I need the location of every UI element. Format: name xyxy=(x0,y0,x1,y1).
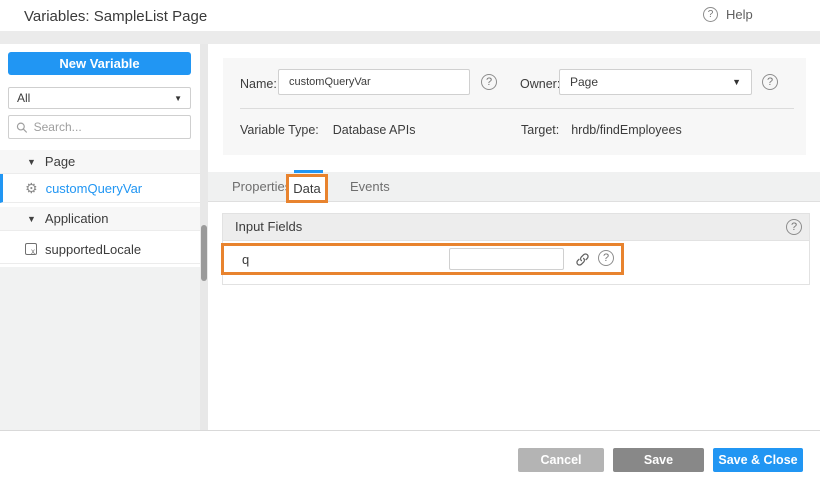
scrollbar-thumb[interactable] xyxy=(201,225,207,281)
tab-events[interactable]: Events xyxy=(350,172,390,202)
save-and-close-button[interactable]: Save & Close xyxy=(713,448,803,472)
active-tab-indicator xyxy=(294,170,323,173)
input-field-help-icon[interactable]: ? xyxy=(598,250,614,266)
save-button[interactable]: Save xyxy=(613,448,704,472)
variable-type-label: Variable Type: xyxy=(240,123,319,137)
variable-filter-dropdown[interactable]: All ▼ xyxy=(8,87,191,109)
annotation-box-data-tab: Data xyxy=(286,174,328,203)
input-fields-help-icon[interactable]: ? xyxy=(786,219,802,235)
sidebar-scrollbar[interactable] xyxy=(200,44,208,430)
tree-group-page[interactable]: ▼ Page xyxy=(0,150,200,174)
tree-item-supportedlocale[interactable]: x supportedLocale xyxy=(0,235,200,264)
collapse-caret-icon[interactable]: ▼ xyxy=(27,214,36,224)
variable-filter-value: All xyxy=(17,91,30,105)
help-link[interactable]: ? Help xyxy=(703,7,753,22)
service-variable-icon: ⚙ xyxy=(25,181,38,195)
search-icon xyxy=(16,121,28,134)
page-title: Variables: SampleList Page xyxy=(24,8,207,25)
tree-item-customqueryvar[interactable]: ⚙ customQueryVar xyxy=(0,174,200,203)
name-help-icon[interactable]: ? xyxy=(481,74,497,90)
chevron-down-icon: ▼ xyxy=(174,94,182,103)
variable-type-value: Database APIs xyxy=(333,123,416,137)
tab-properties[interactable]: Properties xyxy=(232,172,291,202)
tree-group-label: Page xyxy=(45,154,75,169)
tab-data[interactable]: Data xyxy=(293,181,320,196)
target-label: Target: xyxy=(521,123,559,137)
owner-help-icon[interactable]: ? xyxy=(762,74,778,90)
sidebar-filler xyxy=(0,267,200,430)
variable-detail-panel: Name:* ? Owner:* Page ▼ ? Variable Type:… xyxy=(208,44,820,430)
collapse-caret-icon[interactable]: ▼ xyxy=(27,157,36,167)
help-label: Help xyxy=(726,7,753,22)
owner-dropdown[interactable]: Page ▼ xyxy=(559,69,752,95)
variable-search-box xyxy=(8,115,191,139)
tree-group-application[interactable]: ▼ Application xyxy=(0,207,200,231)
cancel-button[interactable]: Cancel xyxy=(518,448,604,472)
input-fields-section: Input Fields ? q ? xyxy=(222,213,810,285)
bind-link-icon[interactable] xyxy=(574,251,590,267)
static-variable-icon: x xyxy=(25,243,37,255)
chevron-down-icon: ▼ xyxy=(732,77,741,87)
target-value: hrdb/findEmployees xyxy=(571,123,681,137)
page-header: Variables: SampleList Page ? Help xyxy=(0,0,820,31)
owner-value: Page xyxy=(570,75,598,89)
help-icon: ? xyxy=(703,7,718,22)
footer-bar: Cancel Save Save & Close xyxy=(0,430,820,489)
tree-group-label: Application xyxy=(45,211,109,226)
tree-item-label: customQueryVar xyxy=(46,181,143,196)
annotation-box-input-row: q ? xyxy=(221,243,624,275)
variable-summary-panel: Name:* ? Owner:* Page ▼ ? Variable Type:… xyxy=(223,58,806,155)
name-input[interactable] xyxy=(278,69,470,95)
detail-tabbar: Properties Data Events xyxy=(208,172,820,202)
variable-meta-row: Variable Type: Database APIs Target: hrd… xyxy=(240,123,800,137)
new-variable-button[interactable]: New Variable xyxy=(8,52,191,75)
input-field-q-value[interactable] xyxy=(449,248,564,270)
tree-item-label: supportedLocale xyxy=(45,242,141,257)
variables-sidebar: New Variable All ▼ ▼ Page ⚙ customQueryV… xyxy=(0,44,200,430)
input-field-q-label: q xyxy=(242,252,249,267)
input-fields-title: Input Fields xyxy=(235,219,302,234)
search-input[interactable] xyxy=(34,120,183,134)
input-fields-header: Input Fields ? xyxy=(223,214,809,241)
panel-divider xyxy=(240,108,794,109)
variables-tree: ▼ Page ⚙ customQueryVar ▼ Application x … xyxy=(0,150,200,264)
header-divider-band xyxy=(0,31,820,44)
